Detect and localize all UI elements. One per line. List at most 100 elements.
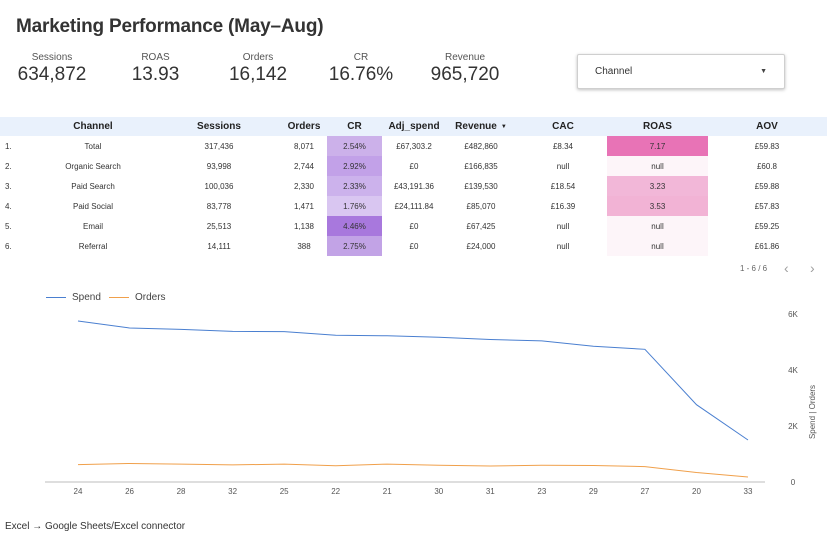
row-number: 4. <box>5 201 12 211</box>
row-number: 6. <box>5 241 12 251</box>
cell-channel: Email <box>82 221 103 231</box>
kpi-revenue-value: 965,720 <box>430 64 500 85</box>
header-sessions[interactable]: Sessions <box>178 117 260 136</box>
kpi-revenue: Revenue 965,720 <box>424 52 506 86</box>
y-axis-title: Spend | Orders <box>808 385 817 439</box>
cell-revenue: £166,835 <box>464 161 498 171</box>
cell-cac: £16.39 <box>550 201 576 211</box>
header-aov[interactable]: AOV <box>728 117 806 136</box>
cell-orders: 2,330 <box>293 181 315 191</box>
cell-sessions: 83,778 <box>206 201 232 211</box>
cell-aov: £60.8 <box>756 161 778 171</box>
cell-channel: Paid Search <box>71 181 115 191</box>
kpi-sessions-label: Sessions <box>31 52 73 63</box>
kpi-orders-value: 16,142 <box>228 64 288 85</box>
row-number: 2. <box>5 161 12 171</box>
kpi-revenue-label: Revenue <box>444 52 486 63</box>
cell-revenue: £67,425 <box>466 221 496 231</box>
cell-roas: 7.17 <box>607 136 708 156</box>
cell-adj-spend: £0 <box>409 161 419 171</box>
sort-desc-icon: ▼ <box>500 123 507 130</box>
cell-roas: 3.23 <box>607 176 708 196</box>
header-revenue-label: Revenue <box>455 121 497 132</box>
cell-aov: £59.83 <box>754 141 780 151</box>
kpi-cr-label: CR <box>353 52 369 63</box>
header-adj-spend[interactable]: Adj_spend <box>382 117 446 136</box>
cell-cac: null <box>556 221 570 231</box>
y-tick-label: 6K <box>788 310 798 319</box>
cell-cac: null <box>556 241 570 251</box>
kpi-sessions: Sessions 634,872 <box>12 52 92 86</box>
chevron-down-icon: ▼ <box>760 68 767 75</box>
page-title: Marketing Performance (May–Aug) <box>16 16 324 37</box>
cell-sessions: 100,036 <box>204 181 234 191</box>
table-row[interactable]: 5. Email 25,513 1,138 4.46% £0 £67,425 null null… <box>0 216 827 236</box>
channel-filter-label: Channel <box>595 66 633 77</box>
cell-adj-spend: £24,111.84 <box>394 201 434 211</box>
kpi-cr: CR 16.76% <box>322 52 400 86</box>
x-tick-label: 22 <box>331 487 340 496</box>
cell-channel: Total <box>84 141 102 151</box>
table-row[interactable]: 2. Organic Search 93,998 2,744 2.92% £0 £166,8… <box>0 156 827 176</box>
x-tick-label: 21 <box>383 487 392 496</box>
y-tick-label: 2K <box>788 422 798 431</box>
next-page-button[interactable]: › <box>810 260 815 276</box>
y-tick-label: 0 <box>791 478 796 487</box>
cell-cr: 2.75% <box>327 236 382 256</box>
kpi-orders-label: Orders <box>242 52 274 63</box>
cell-aov: £61.86 <box>754 241 780 251</box>
cell-cr: 1.76% <box>327 196 382 216</box>
cell-aov: £59.25 <box>754 221 780 231</box>
series-line-orders <box>77 462 749 478</box>
cell-channel: Referral <box>78 241 108 251</box>
cell-adj-spend: £0 <box>409 241 419 251</box>
header-cac[interactable]: CAC <box>530 117 596 136</box>
row-number: 1. <box>5 141 12 151</box>
cell-revenue: £85,070 <box>466 201 496 211</box>
spend-orders-line-chart: 24 26 28 32 25 22 21 30 31 23 29 27 20 33 0 2K 4K 6K Spend… <box>45 310 817 496</box>
cell-revenue: £482,860 <box>464 141 498 151</box>
cell-channel: Organic Search <box>65 161 121 171</box>
x-tick-label: 24 <box>74 487 83 496</box>
header-orders[interactable]: Orders <box>282 117 326 136</box>
header-revenue[interactable]: Revenue ▼ <box>446 117 516 136</box>
row-number: 3. <box>5 181 12 191</box>
channel-filter-dropdown[interactable]: Channel ▼ <box>577 54 785 89</box>
table-header-row: Channel Sessions Orders CR Adj_spend Rev… <box>0 117 827 136</box>
cell-cac: £18.54 <box>550 181 576 191</box>
x-tick-label: 33 <box>744 487 753 496</box>
header-channel[interactable]: Channel <box>43 117 143 136</box>
table-row[interactable]: 1. Total 317,436 8,071 2.54% £67,303.2 £482,86… <box>0 136 827 156</box>
cell-channel: Paid Social <box>72 201 114 211</box>
cell-roas: 3.53 <box>607 196 708 216</box>
table-row[interactable]: 3. Paid Search 100,036 2,330 2.33% £43,191.36… <box>0 176 827 196</box>
x-tick-label: 29 <box>589 487 598 496</box>
series-line-spend <box>77 320 749 441</box>
kpi-roas: ROAS 13.93 <box>118 52 193 86</box>
table-row[interactable]: 4. Paid Social 83,778 1,471 1.76% £24,111.84 £… <box>0 196 827 216</box>
cell-cr: 4.46% <box>327 216 382 236</box>
header-cr[interactable]: CR <box>327 117 382 136</box>
cell-revenue: £24,000 <box>466 241 496 251</box>
cell-cac: £8.34 <box>552 141 574 151</box>
cell-cr: 2.92% <box>327 156 382 176</box>
cell-orders: 8,071 <box>293 141 315 151</box>
x-tick-label: 25 <box>280 487 289 496</box>
cell-adj-spend: £67,303.2 <box>396 141 432 151</box>
x-tick-label: 27 <box>640 487 649 496</box>
cell-roas: null <box>607 236 708 256</box>
cell-sessions: 93,998 <box>206 161 232 171</box>
kpi-roas-value: 13.93 <box>131 64 180 85</box>
x-tick-label: 30 <box>434 487 443 496</box>
x-tick-label: 26 <box>125 487 134 496</box>
table-row[interactable]: 6. Referral 14,111 388 2.75% £0 £24,000 null nul… <box>0 236 827 256</box>
cell-cr: 2.33% <box>327 176 382 196</box>
header-roas[interactable]: ROAS <box>607 117 708 136</box>
prev-page-button[interactable]: ‹ <box>784 260 789 276</box>
x-tick-label: 31 <box>486 487 495 496</box>
kpi-cr-value: 16.76% <box>328 64 394 85</box>
cell-roas: null <box>607 156 708 176</box>
pagination-text: 1 - 6 / 6 <box>740 264 768 273</box>
cell-orders: 388 <box>297 241 311 251</box>
cell-sessions: 317,436 <box>204 141 234 151</box>
